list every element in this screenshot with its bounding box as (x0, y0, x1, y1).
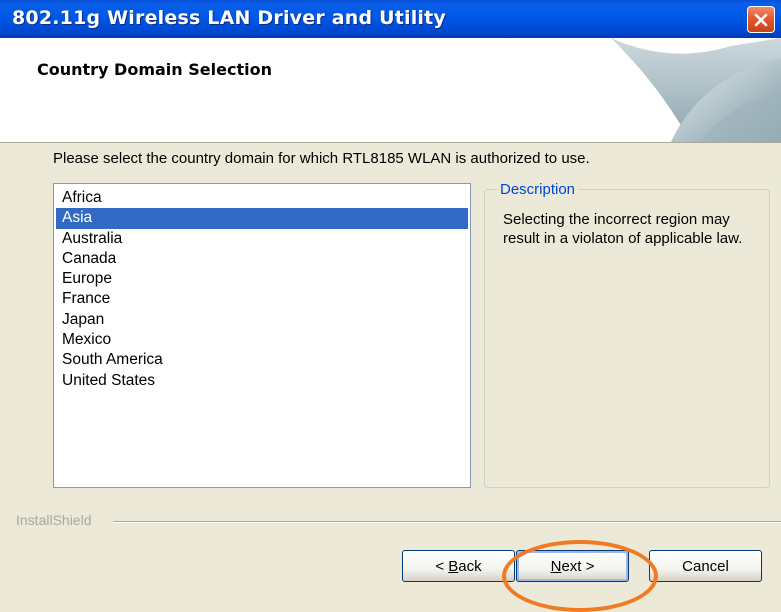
wizard-header: Country Domain Selection (0, 38, 781, 143)
list-item-country[interactable]: Asia (56, 208, 468, 229)
list-item-country[interactable]: Canada (56, 249, 468, 269)
list-item-country[interactable]: Mexico (56, 330, 468, 350)
next-rest: ext > (561, 557, 595, 575)
next-mnemonic: N (550, 557, 562, 575)
cancel-button[interactable]: Cancel (649, 550, 762, 582)
title-bar: 802.11g Wireless LAN Driver and Utility (0, 0, 781, 38)
instruction-text: Please select the country domain for whi… (53, 150, 590, 167)
page-title: Country Domain Selection (37, 60, 272, 79)
country-listbox[interactable]: Africa Asia Australia Canada Europe France Jap… (53, 183, 471, 488)
description-legend: Description (497, 181, 579, 198)
list-item-country[interactable]: United States (56, 371, 468, 391)
back-mnemonic: B (448, 557, 459, 575)
back-rest: ack (458, 557, 482, 575)
footer-divider (113, 521, 781, 523)
description-text: Selecting the incorrect region may resul… (503, 211, 743, 247)
list-item-country[interactable]: Japan (56, 310, 468, 330)
list-item-country[interactable]: France (56, 289, 468, 309)
close-button[interactable] (747, 6, 775, 33)
close-icon (754, 13, 768, 26)
installshield-label: InstallShield (16, 512, 92, 528)
back-prefix: < (435, 557, 449, 575)
list-item-country[interactable]: Africa (56, 188, 468, 208)
back-button[interactable]: < Back (402, 550, 515, 582)
list-item-country[interactable]: Europe (56, 269, 468, 289)
header-graphic-icon (581, 38, 781, 142)
list-item-country[interactable]: Australia (56, 229, 468, 249)
list-item-country[interactable]: South America (56, 350, 468, 370)
next-button[interactable]: Next > (516, 550, 629, 582)
window-title: 802.11g Wireless LAN Driver and Utility (12, 7, 447, 29)
